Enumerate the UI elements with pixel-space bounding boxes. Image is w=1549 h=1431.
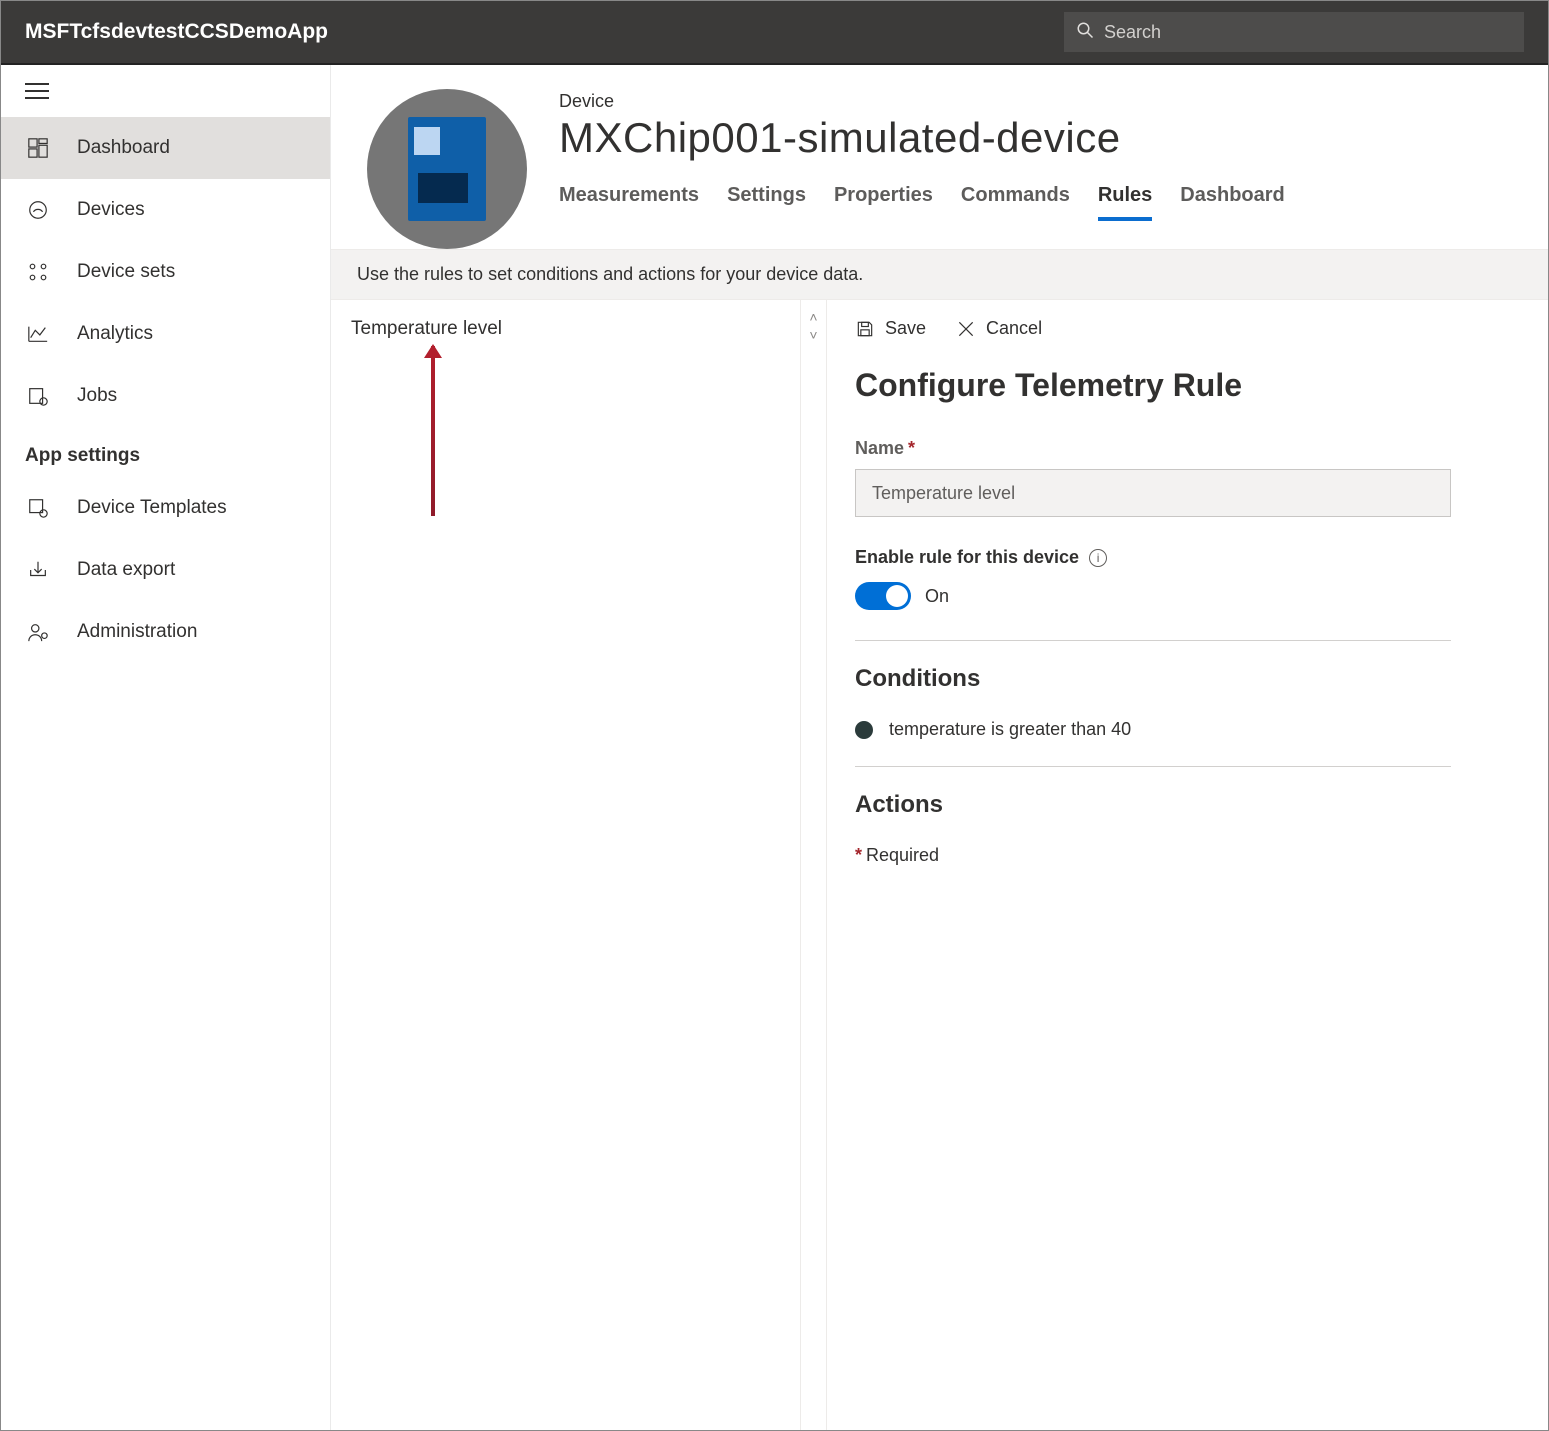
condition-bullet-icon xyxy=(855,721,873,739)
export-icon xyxy=(25,559,51,581)
save-button[interactable]: Save xyxy=(855,318,926,339)
enable-toggle[interactable] xyxy=(855,582,911,610)
sidebar-item-label: Devices xyxy=(77,199,145,221)
search-icon xyxy=(1076,21,1094,44)
close-icon xyxy=(956,319,976,339)
info-icon[interactable]: i xyxy=(1089,549,1107,567)
templates-icon xyxy=(25,497,51,519)
device-eyebrow: Device xyxy=(559,91,1512,112)
sidebar-item-export[interactable]: Data export xyxy=(1,539,330,601)
chevron-up-icon[interactable]: ˄ xyxy=(809,310,817,324)
hamburger-button[interactable] xyxy=(1,65,330,117)
rule-list-item[interactable]: Temperature level xyxy=(351,318,780,340)
sidebar-section-title: App settings xyxy=(1,427,330,477)
tab-dashboard[interactable]: Dashboard xyxy=(1180,184,1284,221)
sidebar-item-devicesets[interactable]: Device sets xyxy=(1,241,330,303)
required-note: *Required xyxy=(855,845,1520,866)
toggle-state-label: On xyxy=(925,586,949,607)
devicesets-icon xyxy=(25,261,51,283)
rule-name-input[interactable] xyxy=(855,469,1451,517)
sidebar-item-devices[interactable]: Devices xyxy=(1,179,330,241)
divider xyxy=(855,640,1451,641)
pane-title: Configure Telemetry Rule xyxy=(855,367,1520,404)
tab-properties[interactable]: Properties xyxy=(834,184,933,221)
tab-measurements[interactable]: Measurements xyxy=(559,184,699,221)
device-avatar xyxy=(367,89,527,249)
device-name: MXChip001-simulated-device xyxy=(559,114,1512,162)
enable-label: Enable rule for this device xyxy=(855,547,1079,568)
sidebar-item-label: Analytics xyxy=(77,323,153,345)
device-chip-image xyxy=(408,117,486,221)
sidebar-item-label: Device Templates xyxy=(77,497,227,519)
tab-rules[interactable]: Rules xyxy=(1098,184,1152,221)
sidebar-item-label: Dashboard xyxy=(77,137,170,159)
app-title: MSFTcfsdevtestCCSDemoApp xyxy=(25,20,328,44)
save-label: Save xyxy=(885,318,926,339)
sidebar-item-admin[interactable]: Administration xyxy=(1,601,330,663)
list-scroll-spinner: ˄ ˅ xyxy=(801,300,827,1430)
chevron-down-icon[interactable]: ˅ xyxy=(809,328,817,342)
divider xyxy=(855,766,1451,767)
pane-toolbar: Save Cancel xyxy=(855,318,1520,339)
dashboard-icon xyxy=(25,137,51,159)
device-tabs: Measurements Settings Properties Command… xyxy=(559,184,1512,221)
rules-list: Temperature level xyxy=(331,300,801,1430)
info-banner: Use the rules to set conditions and acti… xyxy=(331,249,1548,300)
tab-commands[interactable]: Commands xyxy=(961,184,1070,221)
cancel-button[interactable]: Cancel xyxy=(956,318,1042,339)
name-label: Name* xyxy=(855,438,1520,459)
search-input[interactable] xyxy=(1104,22,1512,43)
devices-icon xyxy=(25,199,51,221)
sidebar-item-dashboard[interactable]: Dashboard xyxy=(1,117,330,179)
conditions-title: Conditions xyxy=(855,665,1520,693)
device-header: Device MXChip001-simulated-device Measur… xyxy=(331,65,1548,249)
top-bar: MSFTcfsdevtestCCSDemoApp xyxy=(1,1,1548,65)
cancel-label: Cancel xyxy=(986,318,1042,339)
sidebar-item-label: Jobs xyxy=(77,385,117,407)
sidebar-item-templates[interactable]: Device Templates xyxy=(1,477,330,539)
save-icon xyxy=(855,319,875,339)
hamburger-icon xyxy=(25,82,49,100)
sidebar-item-jobs[interactable]: Jobs xyxy=(1,365,330,427)
sidebar-item-label: Device sets xyxy=(77,261,175,283)
content-area: Device MXChip001-simulated-device Measur… xyxy=(331,65,1548,1430)
condition-row[interactable]: temperature is greater than 40 xyxy=(855,719,1520,740)
sidebar-item-label: Data export xyxy=(77,559,175,581)
search-box[interactable] xyxy=(1064,12,1524,52)
annotation-arrow xyxy=(431,346,435,516)
admin-icon xyxy=(25,621,51,643)
sidebar: Dashboard Devices Device sets Analytics … xyxy=(1,65,331,1430)
sidebar-item-analytics[interactable]: Analytics xyxy=(1,303,330,365)
jobs-icon xyxy=(25,385,51,407)
rule-config-pane: Save Cancel Configure Telemetry Rule Nam… xyxy=(827,300,1548,1430)
condition-text: temperature is greater than 40 xyxy=(889,719,1131,740)
tab-settings[interactable]: Settings xyxy=(727,184,806,221)
actions-title: Actions xyxy=(855,791,1520,819)
analytics-icon xyxy=(25,323,51,345)
sidebar-item-label: Administration xyxy=(77,621,197,643)
